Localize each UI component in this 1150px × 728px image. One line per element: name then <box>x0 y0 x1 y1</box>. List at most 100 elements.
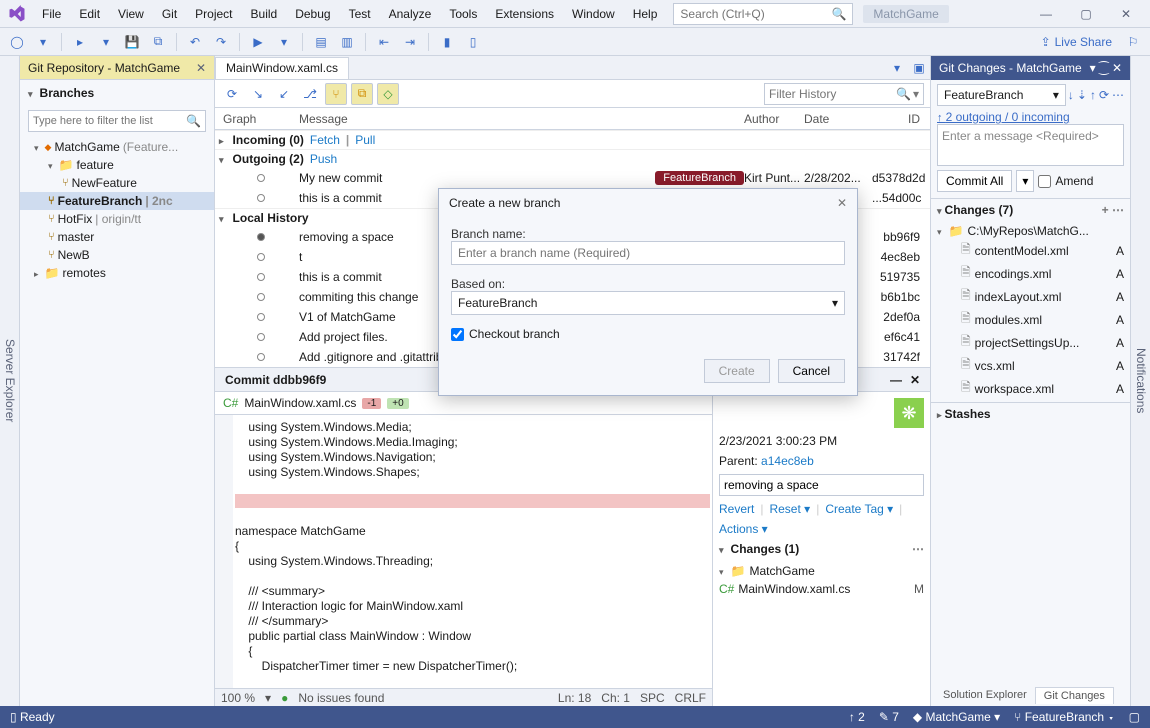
config-icon[interactable]: ▾ <box>273 31 295 53</box>
current-branch-dd[interactable]: FeatureBranch▾ <box>937 84 1066 106</box>
based-on-dropdown[interactable]: FeatureBranch▾ <box>451 291 845 315</box>
sync-link[interactable]: ↑ 2 outgoing / 0 incoming <box>931 110 1130 124</box>
branch-filter-input[interactable] <box>33 115 186 127</box>
branch-node[interactable]: ⑂FeatureBranch | 2nc <box>20 192 214 210</box>
nav-dd-icon[interactable]: ▾ <box>32 31 54 53</box>
changed-file[interactable]: 🗎projectSettingsUp...A <box>937 331 1124 354</box>
menu-edit[interactable]: Edit <box>71 3 108 25</box>
menu-debug[interactable]: Debug <box>287 3 338 25</box>
close-button[interactable]: ✕ <box>1106 2 1146 26</box>
changed-file[interactable]: 🗎contentModel.xmlA <box>937 239 1124 262</box>
cancel-button[interactable]: Cancel <box>778 359 845 383</box>
menu-git[interactable]: Git <box>154 3 185 25</box>
tag-icon[interactable]: ◇ <box>377 83 399 105</box>
history-filter-input[interactable] <box>769 87 896 101</box>
pull-link[interactable]: Pull <box>355 133 375 147</box>
comment-icon[interactable]: ▮ <box>436 31 458 53</box>
open-icon[interactable]: ▾ <box>95 31 117 53</box>
notifications-tab[interactable]: Notifications <box>1132 338 1150 423</box>
more-icon[interactable]: ⋯ <box>1112 88 1124 102</box>
menu-file[interactable]: File <box>34 3 69 25</box>
commit-action-link[interactable]: Reset ▾ <box>769 502 810 516</box>
status-branch[interactable]: ⑂ FeatureBranch ▾ <box>1014 710 1114 724</box>
git-changes-tab[interactable]: Git Changes <box>1035 687 1114 704</box>
menu-analyze[interactable]: Analyze <box>381 3 440 25</box>
diff-code[interactable]: using System.Windows.Media; using System… <box>215 415 712 688</box>
commit-action-link[interactable]: Revert <box>719 502 754 516</box>
undo-icon[interactable]: ↶ <box>184 31 206 53</box>
indent-out-icon[interactable]: ⇤ <box>373 31 395 53</box>
pending-edits[interactable]: ✎ 7 <box>879 710 899 724</box>
solution-explorer-tab[interactable]: Solution Explorer <box>935 687 1035 703</box>
incoming-section[interactable]: Incoming (0) Fetch | Pull <box>215 130 930 149</box>
menu-window[interactable]: Window <box>564 3 623 25</box>
branch-node[interactable]: ⑂NewFeature <box>20 174 214 192</box>
doc-dd-icon[interactable]: ▾ <box>886 57 908 79</box>
menu-view[interactable]: View <box>110 3 152 25</box>
commit-changes-head[interactable]: Changes (1) ⋯ <box>719 542 924 556</box>
branch-node[interactable]: ⑂NewB <box>20 246 214 264</box>
menu-tools[interactable]: Tools <box>441 3 485 25</box>
refresh-icon[interactable]: ⟳ <box>221 83 243 105</box>
tool2-icon[interactable]: ▥ <box>336 31 358 53</box>
branch-node[interactable]: 📁remotes <box>20 264 214 282</box>
changed-file[interactable]: 🗎workspace.xmlA <box>937 377 1124 400</box>
menu-extensions[interactable]: Extensions <box>487 3 562 25</box>
minimize-icon[interactable]: — <box>890 373 902 387</box>
save-icon[interactable]: 💾 <box>121 31 143 53</box>
commit-action-link[interactable]: Actions ▾ <box>719 522 768 536</box>
server-explorer-tab[interactable]: Server Explorer <box>1 329 19 432</box>
menu-project[interactable]: Project <box>187 3 240 25</box>
commit-message-box[interactable]: Enter a message <Required> <box>937 124 1124 166</box>
changed-file[interactable]: 🗎indexLayout.xmlA <box>937 285 1124 308</box>
close-icon[interactable]: ✕ <box>910 373 920 387</box>
status-repo[interactable]: ◆ MatchGame ▾ <box>913 710 1000 724</box>
compare-icon[interactable]: ⧉ <box>351 83 373 105</box>
maximize-button[interactable]: ▢ <box>1066 2 1106 26</box>
start-icon[interactable]: ▶ <box>247 31 269 53</box>
doc-pin-icon[interactable]: ▣ <box>908 57 930 79</box>
nav-back-icon[interactable]: ◯ <box>6 31 28 53</box>
checkout-checkbox[interactable] <box>451 328 464 341</box>
menu-build[interactable]: Build <box>243 3 286 25</box>
branch-node[interactable]: ⑂master <box>20 228 214 246</box>
minimize-button[interactable]: — <box>1026 2 1066 26</box>
commit-all-dd[interactable]: ▾ <box>1016 170 1034 192</box>
menu-help[interactable]: Help <box>625 3 666 25</box>
changed-file[interactable]: 🗎encodings.xmlA <box>937 262 1124 285</box>
doc-tab[interactable]: MainWindow.xaml.cs <box>215 57 349 79</box>
outgoing-section[interactable]: Outgoing (2) Push <box>215 149 930 168</box>
fetch-icon[interactable]: ↓ <box>1068 88 1074 102</box>
close-icon[interactable]: ✕ <box>196 61 206 75</box>
branch-name-input[interactable] <box>451 241 845 265</box>
branch-node[interactable]: ⑂HotFix | origin/tt <box>20 210 214 228</box>
push-icon[interactable]: ↑ <box>1090 88 1096 102</box>
branch-node[interactable]: 📁feature <box>20 156 214 174</box>
changed-file[interactable]: 🗎modules.xmlA <box>937 308 1124 331</box>
search-input[interactable] <box>680 7 831 21</box>
commit-all-button[interactable]: Commit All <box>937 170 1012 192</box>
status-bell-icon[interactable]: ▢ <box>1129 710 1140 724</box>
commit-message-input[interactable] <box>719 474 924 496</box>
branch-node[interactable]: ◆MatchGame (Feature... <box>20 138 214 156</box>
fetch-icon[interactable]: ↘ <box>247 83 269 105</box>
history-filter[interactable]: 🔍▾ <box>764 83 924 105</box>
history-row[interactable]: My new commitFeatureBranchKirt Punt...2/… <box>215 168 930 188</box>
parent-link[interactable]: a14ec8eb <box>761 454 814 468</box>
save-all-icon[interactable]: ⧉ <box>147 31 169 53</box>
feedback-icon[interactable]: ⚐ <box>1122 31 1144 53</box>
toolbox-tab[interactable]: Toolbox <box>0 350 1 411</box>
fetch-link[interactable]: Fetch <box>310 133 340 147</box>
commit-action-link[interactable]: Create Tag ▾ <box>825 502 893 516</box>
sync-icon[interactable]: ⟳ <box>1099 88 1109 102</box>
push-link[interactable]: Push <box>310 152 337 166</box>
stashes-section[interactable]: Stashes <box>931 402 1130 425</box>
graph-icon[interactable]: ⎇ <box>299 83 321 105</box>
branches-section[interactable]: Branches <box>20 80 214 106</box>
new-item-icon[interactable]: ▸ <box>69 31 91 53</box>
changed-file[interactable]: 🗎vcs.xmlA <box>937 354 1124 377</box>
git-repo-panel-tab[interactable]: Git Repository - MatchGame ✕ <box>20 56 214 80</box>
menu-test[interactable]: Test <box>341 3 379 25</box>
outgoing-count[interactable]: ↑ 2 <box>849 710 865 724</box>
dialog-close-icon[interactable]: ✕ <box>837 196 847 210</box>
